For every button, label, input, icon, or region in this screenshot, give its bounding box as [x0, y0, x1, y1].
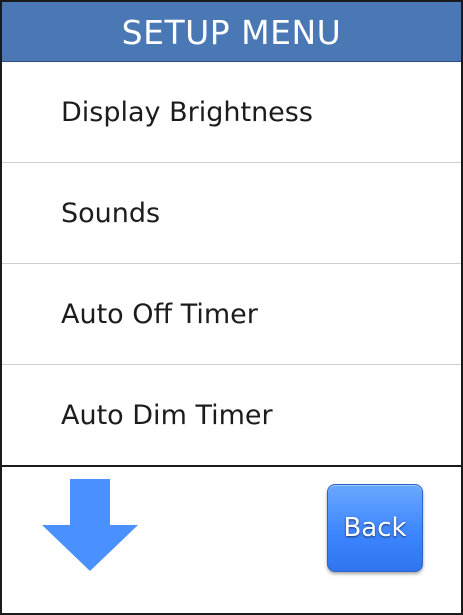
header-bar: SETUP MENU [2, 2, 461, 62]
menu-item-display-brightness[interactable]: Display Brightness [2, 62, 461, 163]
menu-item-label: Auto Dim Timer [61, 399, 273, 431]
menu-item-auto-off-timer[interactable]: Auto Off Timer [2, 264, 461, 365]
back-button-label: Back [343, 513, 407, 543]
scroll-down-button[interactable] [40, 479, 140, 573]
menu-item-auto-dim-timer[interactable]: Auto Dim Timer [2, 365, 461, 467]
back-button[interactable]: Back [327, 484, 423, 572]
menu-list: Display Brightness Sounds Auto Off Timer… [2, 62, 461, 467]
menu-item-sounds[interactable]: Sounds [2, 163, 461, 264]
menu-item-label: Display Brightness [61, 96, 313, 128]
page-title: SETUP MENU [121, 13, 342, 52]
menu-item-label: Auto Off Timer [61, 298, 258, 330]
footer-bar: Back [2, 466, 461, 613]
menu-item-label: Sounds [61, 197, 161, 229]
arrow-down-icon [42, 479, 138, 571]
setup-menu-screen: SETUP MENU Display Brightness Sounds Aut… [0, 0, 463, 615]
